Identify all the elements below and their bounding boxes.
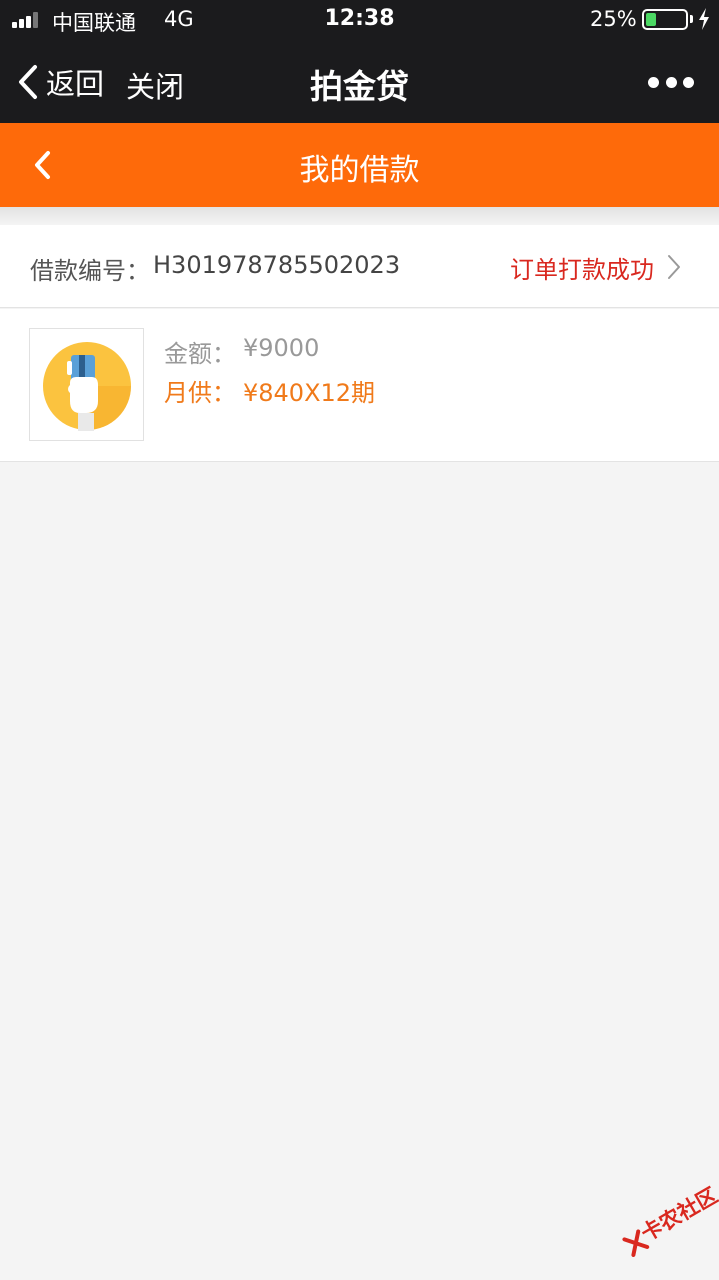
chevron-right-icon xyxy=(668,255,680,279)
nav-bar: 返回 关闭 拍金贷 xyxy=(0,40,719,123)
nav-title: 拍金贷 xyxy=(310,67,409,106)
more-dots-icon[interactable] xyxy=(648,76,694,88)
loan-number-label: 借款编号： xyxy=(30,257,150,285)
card-in-hand-icon xyxy=(43,342,131,431)
amount-label: 金额： xyxy=(164,340,236,368)
nav-back-button[interactable]: 返回 xyxy=(16,62,104,102)
page-title: 我的借款 xyxy=(299,153,420,188)
page-header: 我的借款 xyxy=(0,123,719,207)
battery-icon xyxy=(642,9,688,30)
status-bar: 中国联通 4G 12:38 25% xyxy=(0,0,719,40)
charging-bolt-icon xyxy=(699,8,709,30)
battery-percent: 25% xyxy=(590,7,637,31)
loan-order-row[interactable]: 借款编号： H301978785502023 订单打款成功 xyxy=(0,225,719,308)
monthly-payment-value: ¥840X12期 xyxy=(243,379,376,407)
nav-close-button[interactable]: 关闭 xyxy=(126,64,184,106)
header-back-button[interactable] xyxy=(30,145,56,185)
chevron-left-icon xyxy=(19,65,37,99)
amount-value: ¥9000 xyxy=(243,334,320,362)
loan-status: 订单打款成功 xyxy=(510,256,654,284)
loan-detail-row[interactable]: 金额： ¥9000 月供： ¥840X12期 xyxy=(0,309,719,462)
loan-thumbnail xyxy=(29,328,144,441)
loan-number-value: H301978785502023 xyxy=(153,251,401,279)
battery-tip xyxy=(690,15,693,23)
battery-level-fill xyxy=(646,13,656,26)
monthly-payment-label: 月供： xyxy=(164,379,236,407)
watermark: 卡农社区 xyxy=(603,1165,719,1276)
watermark-text: 卡农社区 xyxy=(636,1183,719,1246)
header-shadow xyxy=(0,207,719,225)
nav-back-label: 返回 xyxy=(46,67,105,101)
